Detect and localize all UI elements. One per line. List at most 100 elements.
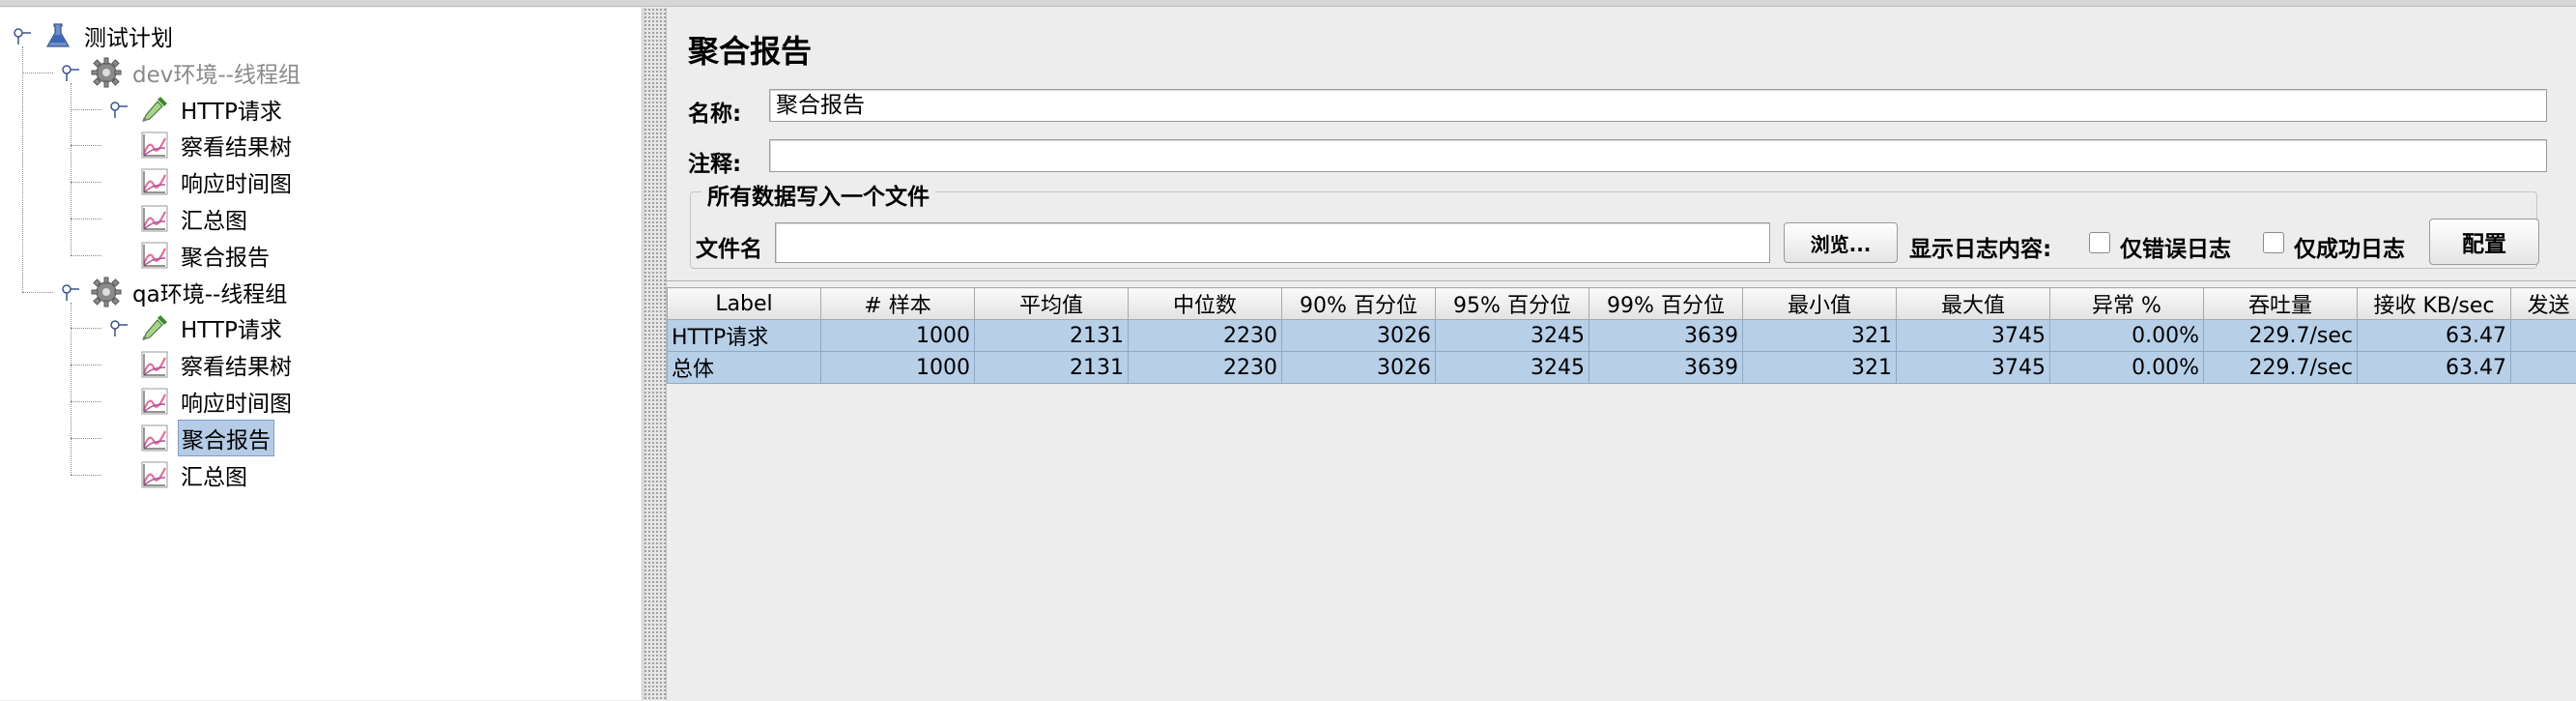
- column-header[interactable]: 接收 KB/sec: [2358, 288, 2511, 320]
- tree-item[interactable]: 汇总图: [139, 202, 250, 235]
- tree-connector-line: [71, 182, 101, 183]
- listener-graph-icon: [139, 166, 170, 197]
- column-header[interactable]: 平均值: [975, 288, 1129, 320]
- listener-graph-icon: [139, 130, 170, 161]
- panel-title: 聚合报告: [688, 27, 812, 72]
- tree-connector-line: [71, 401, 101, 402]
- tree-item[interactable]: 测试计划: [43, 19, 176, 52]
- column-header[interactable]: 99% 百分位: [1589, 288, 1743, 320]
- success-only-checkbox[interactable]: [2263, 232, 2284, 253]
- tree-item-label: 汇总图: [178, 201, 250, 236]
- expand-toggle-icon[interactable]: [60, 62, 81, 83]
- window-top-strip: [0, 0, 2576, 7]
- column-header[interactable]: Label: [668, 288, 821, 320]
- table-cell: 3245: [1436, 320, 1589, 352]
- tree-item-label: HTTP请求: [178, 92, 285, 127]
- table-cell: 2131: [975, 352, 1129, 384]
- column-header[interactable]: 90% 百分位: [1282, 288, 1436, 320]
- table-cell: 321: [1743, 352, 1897, 384]
- expand-toggle-icon[interactable]: [108, 99, 129, 120]
- tree-item-label: 测试计划: [81, 18, 176, 53]
- table-cell: 2131: [975, 320, 1129, 352]
- table-cell: 92.63: [2511, 352, 2576, 384]
- errors-only-checkbox[interactable]: [2089, 232, 2110, 253]
- tree-item-label: 响应时间图: [178, 384, 295, 419]
- table-cell: 229.7/sec: [2204, 352, 2358, 384]
- test-plan-tree[interactable]: 测试计划dev环境--线程组HTTP请求察看结果树响应时间图汇总图聚合报告qa环…: [0, 8, 643, 700]
- tree-connector-line: [71, 109, 101, 110]
- tree-item[interactable]: 察看结果树: [139, 348, 295, 381]
- column-header[interactable]: 95% 百分位: [1436, 288, 1589, 320]
- table-cell: 63.47: [2358, 320, 2511, 352]
- thread-group-gear-icon: [91, 277, 122, 307]
- tree-connector-line: [71, 328, 101, 329]
- tree-connector-line: [71, 438, 101, 439]
- tree-item[interactable]: 响应时间图: [139, 385, 295, 418]
- table-cell: 3026: [1282, 320, 1436, 352]
- http-sampler-pipette-icon: [139, 94, 170, 125]
- filename-field[interactable]: [775, 222, 1770, 263]
- table-cell: 3745: [1897, 320, 2050, 352]
- table-row[interactable]: HTTP请求10002131223030263245363932137450.0…: [668, 320, 2576, 352]
- tree-item[interactable]: dev环境--线程组: [91, 56, 303, 89]
- tree-item[interactable]: qa环境--线程组: [91, 276, 290, 308]
- test-plan-flask-icon: [43, 20, 73, 51]
- name-field[interactable]: 聚合报告: [769, 89, 2547, 122]
- tree-item-label: 聚合报告: [178, 420, 274, 456]
- column-header[interactable]: 最小值: [1743, 288, 1897, 320]
- log-content-label: 显示日志内容:: [1909, 230, 2051, 263]
- write-results-group-title: 所有数据写入一个文件: [701, 178, 935, 211]
- results-table-area: Label# 样本平均值中位数90% 百分位95% 百分位99% 百分位最小值最…: [667, 280, 2576, 701]
- column-header[interactable]: 发送 KB/sec: [2511, 288, 2576, 320]
- table-cell: 总体: [668, 352, 821, 384]
- tree-connector-line: [22, 292, 53, 293]
- tree-item[interactable]: 聚合报告: [139, 422, 274, 454]
- table-cell: 3245: [1436, 352, 1589, 384]
- table-cell: 1000: [821, 352, 975, 384]
- listener-graph-icon: [139, 349, 170, 380]
- http-sampler-pipette-icon: [139, 312, 170, 343]
- column-header[interactable]: 异常 %: [2050, 288, 2204, 320]
- table-row[interactable]: 总体10002131223030263245363932137450.00%22…: [668, 352, 2576, 384]
- column-header[interactable]: 吞吐量: [2204, 288, 2358, 320]
- table-cell: 3639: [1589, 352, 1743, 384]
- pane-splitter[interactable]: [644, 8, 667, 700]
- tree-item[interactable]: 察看结果树: [139, 129, 295, 161]
- table-cell: 1000: [821, 320, 975, 352]
- expand-toggle-icon[interactable]: [108, 317, 129, 338]
- table-cell: 0.00%: [2050, 352, 2204, 384]
- tree-item[interactable]: 汇总图: [139, 458, 250, 491]
- tree-item-label: 聚合报告: [178, 238, 272, 273]
- errors-only-label: 仅错误日志: [2120, 230, 2231, 263]
- tree-item-label: 察看结果树: [178, 128, 295, 162]
- browse-button[interactable]: 浏览...: [1784, 222, 1898, 263]
- column-header[interactable]: # 样本: [821, 288, 975, 320]
- tree-item[interactable]: 响应时间图: [139, 165, 295, 198]
- column-header[interactable]: 中位数: [1129, 288, 1282, 320]
- expand-toggle-icon[interactable]: [60, 281, 81, 303]
- tree-connector-line: [71, 255, 101, 256]
- tree-item-label: 响应时间图: [178, 164, 295, 199]
- table-cell: 2230: [1129, 320, 1282, 352]
- table-cell: HTTP请求: [668, 320, 821, 352]
- name-label: 名称:: [688, 95, 741, 128]
- table-cell: 2230: [1129, 352, 1282, 384]
- tree-item-label: 汇总图: [178, 457, 250, 492]
- aggregate-report-panel: 聚合报告 名称: 聚合报告 注释: 所有数据写入一个文件 文件名 浏览... 显…: [667, 8, 2576, 700]
- tree-item[interactable]: 聚合报告: [139, 239, 272, 272]
- thread-group-gear-icon: [91, 57, 122, 88]
- tree-item-label: dev环境--线程组: [129, 55, 303, 90]
- expand-toggle-icon[interactable]: [12, 25, 33, 46]
- table-cell: 229.7/sec: [2204, 320, 2358, 352]
- listener-graph-icon: [139, 240, 170, 271]
- configure-button[interactable]: 配置: [2429, 219, 2539, 265]
- tree-item-label: HTTP请求: [178, 310, 285, 345]
- listener-graph-icon: [139, 203, 170, 234]
- tree-item[interactable]: HTTP请求: [139, 93, 285, 126]
- table-cell: 63.47: [2358, 352, 2511, 384]
- table-cell: 0.00%: [2050, 320, 2204, 352]
- tree-item[interactable]: HTTP请求: [139, 311, 285, 344]
- comment-field[interactable]: [769, 139, 2547, 172]
- column-header[interactable]: 最大值: [1897, 288, 2050, 320]
- table-cell: 3639: [1589, 320, 1743, 352]
